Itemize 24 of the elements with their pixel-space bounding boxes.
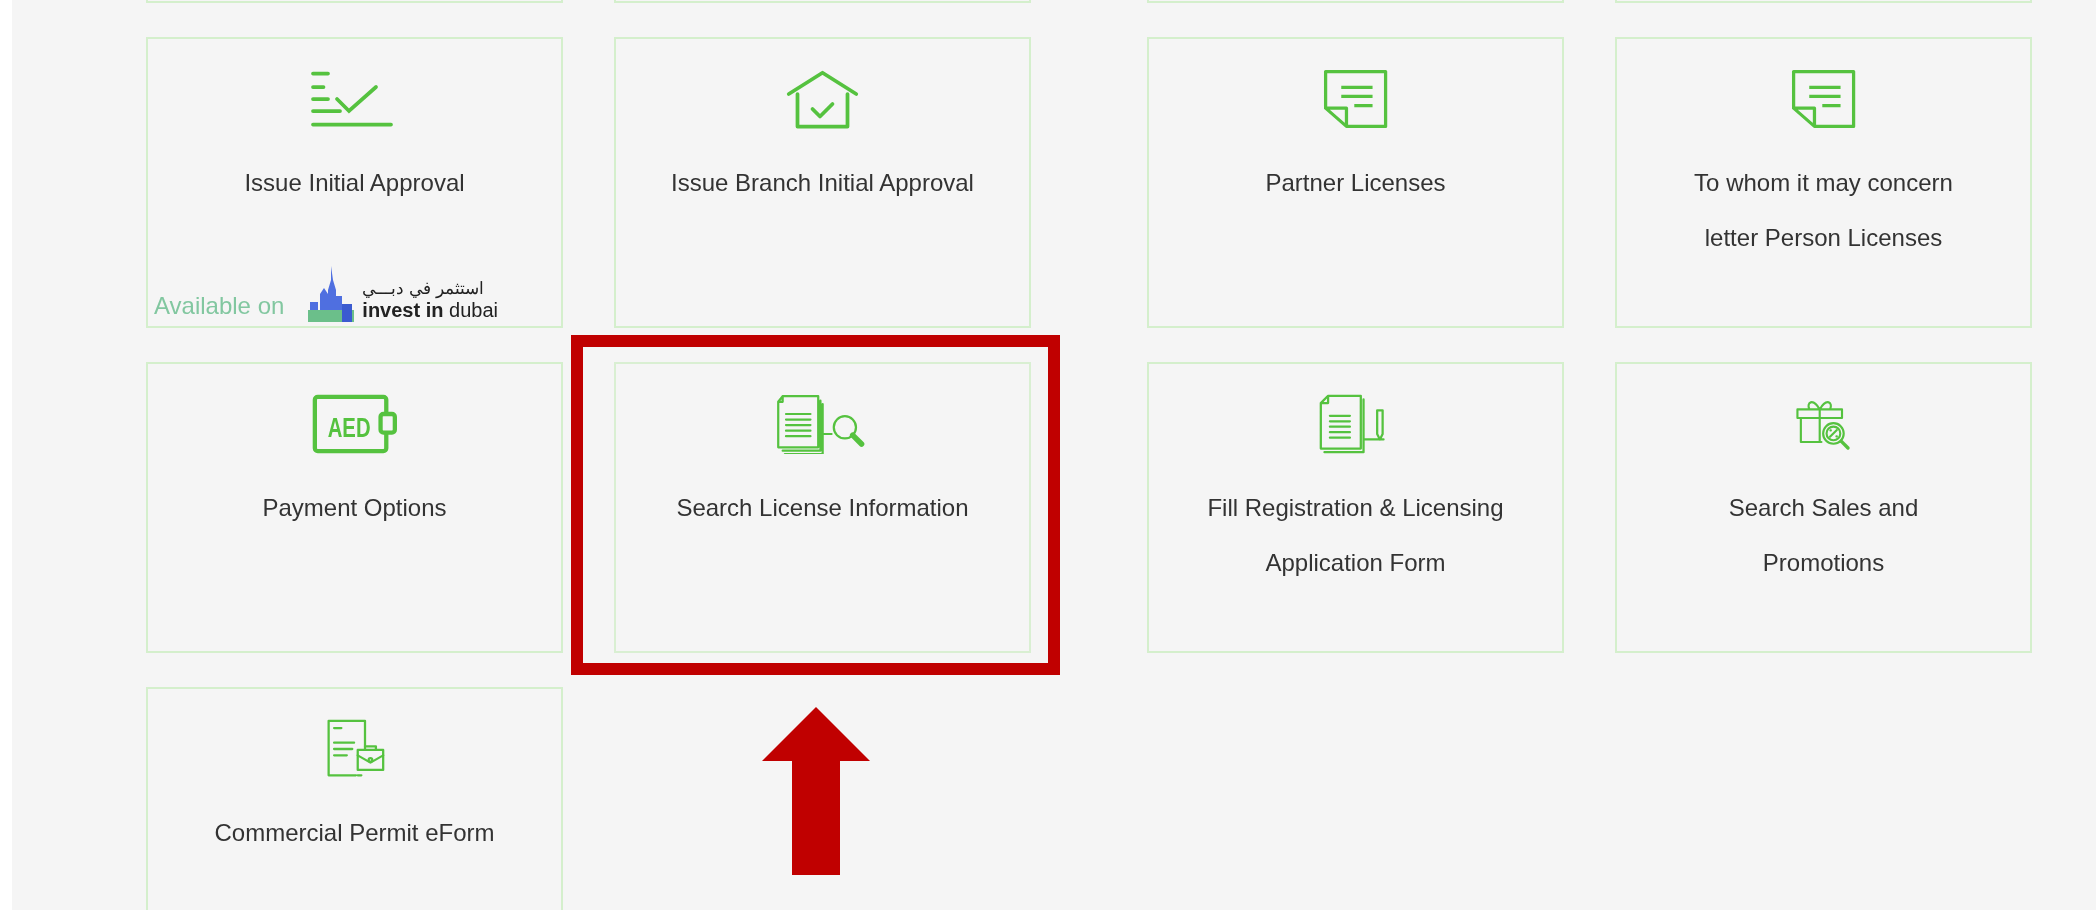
document-icon [1790, 69, 1857, 129]
logo-text: invest in dubai [362, 299, 498, 322]
card-title: Commercial Permit eForm [214, 818, 495, 848]
house-check-icon [785, 69, 860, 129]
service-card[interactable]: Fill Registration & Licensing Application Form [1147, 362, 1564, 653]
service-card[interactable]: To whom it may concern letter Person Licenses [1615, 37, 2032, 328]
card-title: Issue Branch Initial Approval [671, 168, 974, 198]
card-title: Fill Registration & Licensing Application Form [1206, 493, 1505, 578]
service-card[interactable]: Partner Licenses [1147, 37, 1564, 328]
card-title: Issue Initial Approval [244, 168, 465, 198]
card-title: To whom it may concern letter Person Licenses [1693, 168, 1954, 253]
service-card[interactable]: Issue Branch Initial Approval [614, 37, 1031, 328]
up-arrow-icon [762, 707, 870, 875]
logo-arabic-text: استثمر في دبـــي [362, 279, 484, 299]
card-title: Payment Options [262, 493, 447, 523]
card-title: Search License Information [676, 493, 969, 523]
available-on-label: Available on [154, 292, 285, 320]
service-card[interactable]: Search License Information [614, 362, 1031, 653]
service-card[interactable]: Commercial Permit eForm [146, 687, 563, 910]
document-icon [1322, 69, 1389, 129]
card-title: Search Sales and Promotions [1727, 493, 1920, 578]
service-card[interactable]: Search Sales and Promotions [1615, 362, 2032, 653]
card-title: Partner Licenses [1265, 168, 1446, 198]
service-card[interactable]: AED Payment Options [146, 362, 563, 653]
